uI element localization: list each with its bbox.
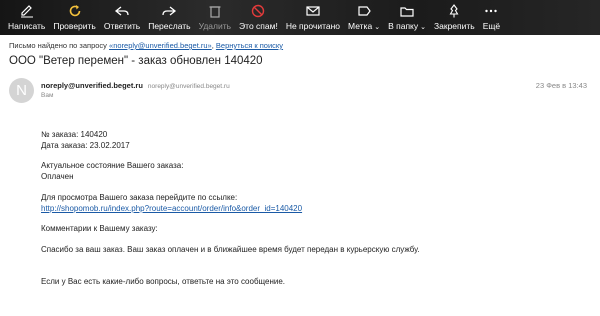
check-mail-button[interactable]: Проверить [49, 0, 100, 35]
delete-button[interactable]: Удалить [195, 0, 235, 35]
pin-button[interactable]: Закрепить [430, 0, 479, 35]
message-subject: ООО "Ветер перемен" - заказ обновлен 140… [9, 55, 263, 67]
reply-label: Ответить [103, 21, 141, 31]
toolbar: Написать Проверить Ответить Переслать Уд… [0, 0, 600, 35]
more-icon [485, 9, 498, 13]
move-to-folder-label: В папку [388, 21, 419, 31]
trash-icon [209, 6, 221, 18]
status-value: Оплачен [41, 172, 74, 182]
move-to-folder-button[interactable]: В папку ⌄ [384, 0, 430, 35]
footer-text: Если у Вас есть какие-либо вопросы, отве… [41, 276, 286, 286]
spam-button[interactable]: Это спам! [235, 0, 282, 35]
folder-icon [400, 7, 414, 17]
forward-icon [162, 6, 177, 16]
refresh-icon [69, 5, 80, 17]
label-button[interactable]: Метка ⌄ [344, 0, 384, 35]
label-label: Метка [348, 21, 373, 31]
search-prefix: Письмо найдено по запросу [9, 41, 107, 50]
comment-text: Спасибо за ваш заказ. Ваш заказ оплачен … [41, 244, 420, 254]
compose-label: Написать [8, 21, 46, 31]
envelope-icon [306, 6, 320, 16]
more-label: Ещё [482, 21, 501, 31]
sender-name[interactable]: noreply@unverified.beget.ru [41, 81, 143, 90]
reply-icon [114, 6, 129, 16]
message-date: 23 Фев в 13:43 [535, 81, 587, 90]
comma: , [211, 41, 214, 50]
message-body: № заказа: 140420 Дата заказа: 23.02.2017… [41, 130, 581, 287]
forward-label: Переслать [148, 21, 191, 31]
order-number: № заказа: 140420 [41, 130, 108, 139]
pin-icon [449, 4, 459, 18]
sender-line: noreply@unverified.beget.ru noreply@unver… [41, 81, 230, 90]
order-date: Дата заказа: 23.02.2017 [41, 140, 130, 150]
chevron-down-icon: ⌄ [420, 24, 426, 31]
mark-unread-button[interactable]: Не прочитано [282, 0, 344, 35]
compose-icon [20, 5, 33, 18]
mark-unread-label: Не прочитано [285, 21, 341, 31]
check-mail-label: Проверить [53, 21, 96, 31]
forward-button[interactable]: Переслать [144, 0, 194, 35]
compose-button[interactable]: Написать [4, 0, 49, 35]
more-button[interactable]: Ещё [479, 0, 504, 35]
delete-label: Удалить [198, 21, 232, 31]
back-to-search-link[interactable]: Вернуться к поиску [216, 41, 283, 50]
spam-label: Это спам! [239, 21, 278, 31]
recipient: Вам [41, 92, 54, 99]
avatar: N [9, 78, 34, 103]
search-result-line: Письмо найдено по запросу «noreply@unver… [9, 41, 283, 50]
status-label: Актуальное состояние Вашего заказа: [41, 161, 184, 171]
pin-label: Закрепить [433, 21, 475, 31]
spam-icon [252, 4, 265, 18]
order-link[interactable]: http://shopomob.ru/index.php?route=accou… [41, 204, 302, 213]
search-query-link[interactable]: «noreply@unverified.beget.ru» [109, 41, 212, 50]
comments-label: Комментарии к Вашему заказу: [41, 224, 158, 234]
chevron-down-icon: ⌄ [374, 24, 381, 31]
label-icon [358, 6, 371, 16]
link-label: Для просмотра Вашего заказа перейдите по… [41, 192, 238, 202]
reply-button[interactable]: Ответить [100, 0, 144, 35]
sender-email: noreply@unverified.beget.ru [147, 83, 230, 90]
